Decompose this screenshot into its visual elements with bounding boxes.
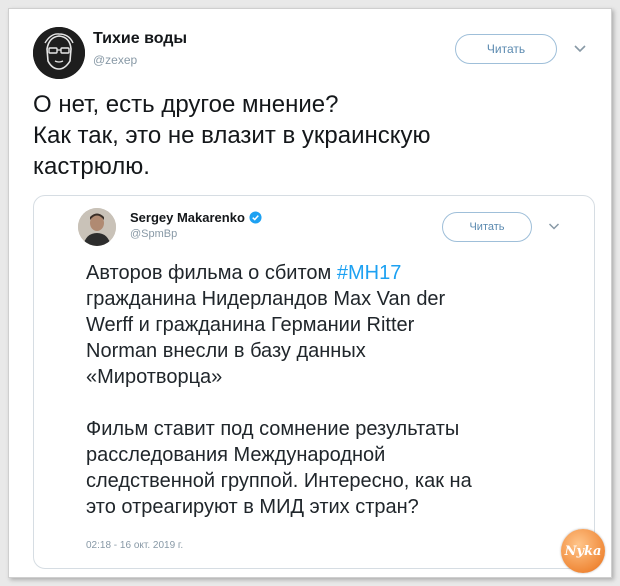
quoted-text-segment: Авторов фильма о сбитом — [86, 262, 337, 284]
tweet-text-line: Как так, это не влазит в украинскую — [33, 122, 431, 149]
watermark-logo: Nyka — [561, 529, 605, 573]
author-name[interactable]: Тихие воды — [93, 30, 187, 48]
tweet-text-line: кастрюлю. — [33, 153, 150, 180]
follow-button[interactable]: Читать — [455, 34, 557, 64]
hashtag-link[interactable]: #MH17 — [337, 262, 401, 284]
tweet-text-line: О нет, есть другое мнение? — [33, 91, 339, 118]
quoted-author-avatar[interactable] — [78, 208, 116, 246]
quoted-text-line: Фильм ставит под сомнение результаты — [86, 418, 460, 440]
quoted-text-line: Werff и гражданина Германии Ritter — [86, 314, 415, 336]
quoted-timestamp[interactable]: 02:18 - 16 окт. 2019 г. — [86, 540, 183, 551]
quoted-text-line: расследования Международной — [86, 444, 386, 466]
tweet-card: Тихие воды @zexep Читать О нет, есть дру… — [8, 8, 612, 578]
quoted-author-name-text: Sergey Makarenko — [130, 210, 245, 225]
chevron-down-icon[interactable] — [546, 218, 562, 234]
verified-badge-icon — [249, 211, 262, 224]
quoted-text-line: гражданина Нидерландов Max Van der — [86, 288, 446, 310]
quoted-tweet[interactable]: Sergey Makarenko @SpmBp Читать Авторов ф… — [33, 195, 595, 569]
quoted-author-handle[interactable]: @SpmBp — [130, 228, 177, 240]
quoted-text-line: «Миротворца» — [86, 366, 223, 388]
quoted-text-line: следственной группой. Интересно, как на — [86, 470, 472, 492]
quoted-text-line: Norman внесли в базу данных — [86, 340, 366, 362]
quoted-text-line: Авторов фильма о сбитом #MH17 — [86, 260, 566, 286]
avatar-face-icon — [33, 27, 85, 79]
chevron-down-icon[interactable] — [571, 39, 589, 57]
author-avatar[interactable] — [33, 27, 85, 79]
quoted-tweet-text: Авторов фильма о сбитом #MH17 гражданина… — [86, 260, 566, 520]
quoted-author-name[interactable]: Sergey Makarenko — [130, 210, 262, 225]
quoted-follow-button[interactable]: Читать — [442, 212, 532, 242]
avatar-photo-icon — [78, 208, 116, 246]
quoted-text-line: это отреагируют в МИД этих стран? — [86, 496, 419, 518]
tweet-text: О нет, есть другое мнение? Как так, это … — [33, 89, 593, 182]
author-handle[interactable]: @zexep — [93, 53, 137, 67]
